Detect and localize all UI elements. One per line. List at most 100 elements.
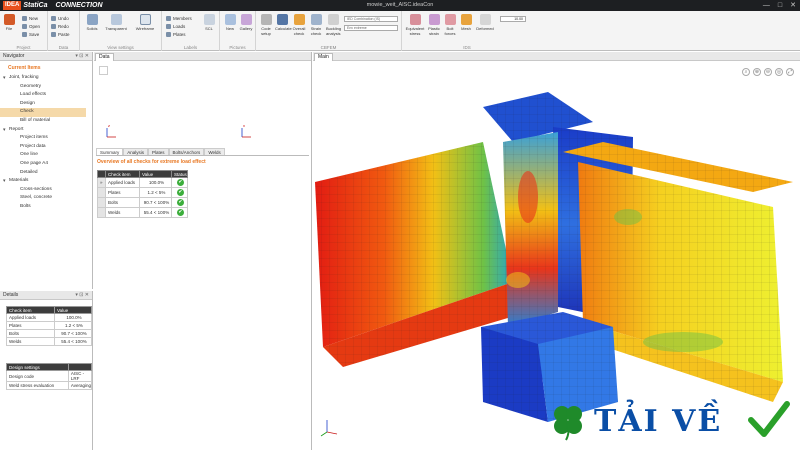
navigator-item[interactable]: Project data <box>0 143 92 152</box>
scl-icon <box>203 14 215 25</box>
close-button[interactable]: ✕ <box>790 1 796 10</box>
code-setup-button[interactable]: Code setup <box>259 14 273 36</box>
zoom-icon[interactable]: ⌕ <box>742 68 750 76</box>
orbit-icon[interactable]: ◎ <box>775 68 783 76</box>
navigator-item[interactable]: Load effects <box>0 91 92 100</box>
navigator-item[interactable]: Bolts <box>0 203 92 212</box>
maximize-button[interactable]: □ <box>778 1 782 10</box>
tab-plates[interactable]: Plates <box>148 148 169 155</box>
solids-button[interactable]: Solids <box>84 14 100 31</box>
pin-icon[interactable]: ▾ ⊡ ✕ <box>75 291 89 300</box>
extreme-select[interactable]: Env extreme <box>344 25 398 31</box>
tab-analysis[interactable]: Analysis <box>123 148 149 155</box>
paste-button[interactable]: Paste <box>51 31 70 38</box>
row-value: 55.4 < 100% <box>54 337 92 346</box>
ribbon: File New Open Save Project Undo Redo Pas… <box>0 11 800 51</box>
strain-icon <box>428 14 440 25</box>
status-ok-icon: ✔ <box>177 199 184 206</box>
navigator-item[interactable]: Geometry <box>0 83 92 92</box>
ribbon-group-view: Solids Transparent Wireframe View settin… <box>80 11 162 51</box>
check-value: 100.0% <box>139 177 172 188</box>
wireframe-button[interactable]: Wireframe <box>132 14 158 31</box>
navigator-group[interactable]: Materials <box>0 177 92 186</box>
tab-summary[interactable]: Summary <box>96 148 124 155</box>
undo-button[interactable]: Undo <box>51 15 69 22</box>
navigator-item[interactable]: Project items <box>0 134 92 143</box>
table-row[interactable]: Plates 1.2 < 5% ✔ <box>97 187 188 198</box>
plastic-strain-button[interactable]: Plastic strain <box>427 14 441 36</box>
check-item: Applied loads <box>105 177 140 188</box>
tab-bolts-anchors[interactable]: Bolts/Anchors <box>168 148 205 155</box>
plates-toggle[interactable]: Plates <box>166 31 186 38</box>
mesh-button[interactable]: Mesh <box>459 14 473 31</box>
table-row[interactable]: » Applied loads 100.0% ✔ <box>97 177 188 188</box>
redo-button[interactable]: Redo <box>51 23 69 30</box>
open-button[interactable]: Open <box>22 23 40 30</box>
table-row[interactable]: Bolts 90.7 < 100% ✔ <box>97 197 188 208</box>
connection-model[interactable] <box>313 82 800 442</box>
navigator-group[interactable]: Report <box>0 126 92 135</box>
check-item: Welds <box>105 207 140 218</box>
status-ok-icon: ✔ <box>177 179 184 186</box>
loads-toggle[interactable]: Loads <box>166 23 185 30</box>
paste-icon <box>51 32 56 37</box>
tab-main[interactable]: Main <box>314 53 333 61</box>
new-button[interactable]: New <box>22 15 38 22</box>
zoom-out-icon[interactable]: ⊖ <box>764 68 772 76</box>
tab-data[interactable]: Data <box>95 53 114 61</box>
deformed-icon <box>479 14 491 25</box>
details-header: Details ▾ ⊡ ✕ <box>0 291 92 300</box>
save-button[interactable]: Save <box>22 31 39 38</box>
navigator-group[interactable]: Joint, fracking <box>0 74 92 83</box>
table-row[interactable]: Welds 55.4 < 100% ✔ <box>97 207 188 218</box>
scl-button[interactable]: SCL <box>202 14 216 31</box>
bolt-forces-button[interactable]: Bolt forces <box>443 14 457 36</box>
view-cube[interactable] <box>99 66 108 75</box>
axis-icon-secondary <box>241 128 251 138</box>
members-toggle[interactable]: Members <box>166 15 192 22</box>
overall-check-button[interactable]: Overall check <box>292 14 306 36</box>
row-marker <box>97 207 106 218</box>
file-button[interactable]: File <box>2 14 16 31</box>
row-value: 1.2 < 5% <box>54 321 92 330</box>
transparent-button[interactable]: Transparent <box>102 14 130 31</box>
navigator-item[interactable]: Steel, concrete <box>0 194 92 203</box>
navigator-tree: Joint, frackingGeometryLoad effectsDesig… <box>0 74 92 212</box>
navigator-item[interactable]: Detailed <box>0 169 92 178</box>
new-picture-button[interactable]: New <box>223 14 237 31</box>
row-marker: » <box>97 177 106 188</box>
navigator-item[interactable]: Check <box>0 108 86 117</box>
minimize-button[interactable]: — <box>763 1 770 10</box>
navigator-item[interactable]: Design <box>0 100 92 109</box>
row-marker <box>97 197 106 208</box>
buckling-button[interactable]: Buckling analysis <box>326 14 341 36</box>
deformed-button[interactable]: Deformed <box>475 14 495 31</box>
row-marker <box>97 187 106 198</box>
scale-input[interactable]: 10.00 <box>500 16 526 22</box>
gallery-button[interactable]: Gallery <box>239 14 253 31</box>
title-bar: IDEA StatiCa CONNECTION mowie_weit_AISC.… <box>0 0 800 11</box>
equivalent-stress-button[interactable]: Equivalent stress <box>405 14 425 36</box>
tab-welds[interactable]: Welds <box>204 148 225 155</box>
row-label: Applied loads <box>6 313 55 322</box>
main-3d-view[interactable]: Main ⌕ ⊕ ⊖ ◎ ⤢ <box>313 52 800 450</box>
check-value: 55.4 < 100% <box>139 207 172 218</box>
row-value: Averaging <box>67 381 93 390</box>
navigator-item[interactable]: Bill of material <box>0 117 92 126</box>
pin-icon[interactable]: ▾ ⊡ ✕ <box>75 52 89 61</box>
ribbon-group-data: Undo Redo Paste Data <box>48 11 80 51</box>
fit-icon[interactable]: ⤢ <box>786 68 794 76</box>
four-leaf-clover-icon <box>554 406 582 441</box>
navigator-item[interactable]: One page A4 <box>0 160 92 169</box>
members-icon <box>166 16 171 21</box>
calculate-button[interactable]: Calculate <box>275 14 292 31</box>
strain-check-button[interactable]: Strain check <box>309 14 323 36</box>
zoom-in-icon[interactable]: ⊕ <box>753 68 761 76</box>
check-value: 90.7 < 100% <box>139 197 172 208</box>
stress-icon <box>409 14 421 25</box>
navigator-item[interactable]: Cross-sections <box>0 186 92 195</box>
status-ok-icon: ✔ <box>177 209 184 216</box>
load-combination-select[interactable]: IED Combination (IS) <box>344 16 398 22</box>
details-check-table: Check item Value Applied loads 100.0% Plat… <box>6 306 92 346</box>
navigator-item[interactable]: One line <box>0 151 92 160</box>
